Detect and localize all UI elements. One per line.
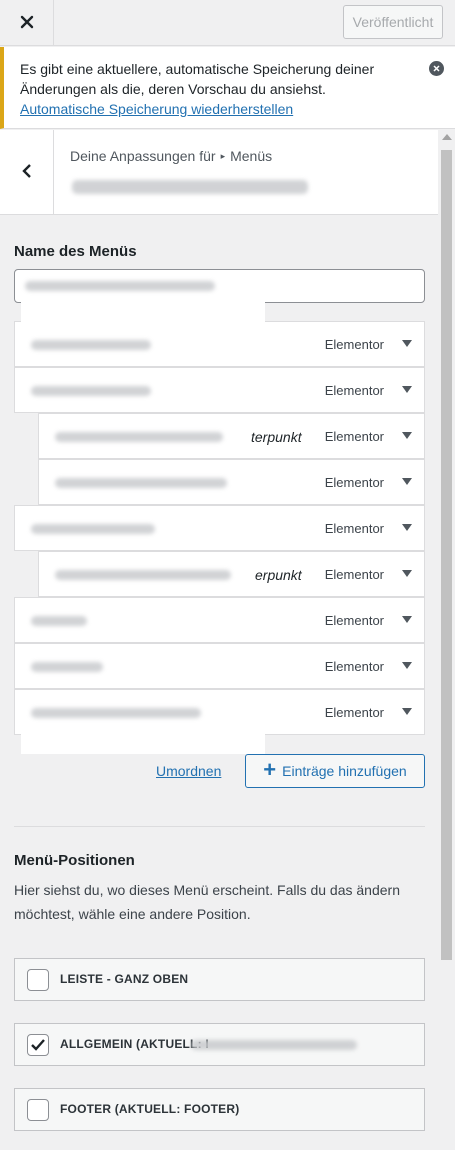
location-label: FOOTER (AKTUELL: FOOTER): [60, 1102, 240, 1116]
location-checkbox[interactable]: [27, 969, 49, 991]
chevron-down-icon[interactable]: [402, 340, 412, 347]
menu-item-title-redacted: [31, 708, 201, 718]
restore-autosave-link[interactable]: Automatische Speicherung wiederherstelle…: [20, 101, 293, 117]
menu-name-input[interactable]: [14, 269, 425, 303]
menu-item-type: Elementor: [324, 567, 384, 582]
breadcrumb: Deine Anpassungen für ▸ Menüs: [70, 148, 272, 164]
chevron-down-icon[interactable]: [402, 570, 412, 577]
breadcrumb-prefix: Deine Anpassungen für: [70, 148, 216, 164]
plus-icon: +: [263, 757, 277, 782]
menu-name-value-redacted: [25, 281, 215, 291]
menu-item[interactable]: Elementor: [14, 367, 425, 413]
chevron-down-icon[interactable]: [402, 524, 412, 531]
menu-item[interactable]: Elementor: [14, 597, 425, 643]
menu-item-title-redacted: [31, 524, 155, 534]
section-divider: [14, 826, 425, 827]
chevron-down-icon[interactable]: [402, 432, 412, 439]
chevron-down-icon[interactable]: [402, 386, 412, 393]
chevron-down-icon[interactable]: [402, 708, 412, 715]
location-checkbox[interactable]: [27, 1099, 49, 1121]
panel-header: Deine Anpassungen für ▸ Menüs: [0, 130, 438, 215]
scroll-up-arrow-icon[interactable]: [442, 134, 452, 140]
menu-item-type: Elementor: [324, 659, 384, 674]
menu-item-sub[interactable]: terpunkt Elementor: [38, 413, 425, 459]
chevron-left-icon: [21, 164, 32, 181]
menu-item-type: Elementor: [324, 705, 384, 720]
menu-item-type: Elementor: [324, 383, 384, 398]
chevron-down-icon[interactable]: [402, 662, 412, 669]
publish-button[interactable]: Veröffentlicht: [343, 5, 443, 39]
checkmark-icon: [31, 1039, 45, 1051]
menu-name-label: Name des Menüs: [14, 243, 137, 260]
close-icon: [20, 15, 34, 32]
menu-item-subitem-label: erpunkt: [255, 567, 302, 583]
location-option[interactable]: LEISTE - GANZ OBEN: [14, 958, 425, 1001]
menu-item-type: Elementor: [324, 521, 384, 536]
reorder-link[interactable]: Umordnen: [156, 763, 221, 779]
close-button[interactable]: [0, 0, 54, 46]
menu-item-title-redacted: [31, 340, 151, 350]
menu-item-type: Elementor: [324, 337, 384, 352]
menu-item[interactable]: Elementor: [14, 643, 425, 689]
menu-item-sub[interactable]: Elementor: [38, 459, 425, 505]
menu-item[interactable]: Elementor: [14, 689, 425, 754]
menu-item-type: Elementor: [324, 475, 384, 490]
location-label: LEISTE - GANZ OBEN: [60, 972, 189, 986]
menu-item-title-redacted: [55, 478, 227, 488]
back-button[interactable]: [0, 130, 54, 215]
menu-item-title-redacted: [55, 432, 223, 442]
notice-text: Es gibt eine aktuellere, automatische Sp…: [20, 61, 375, 97]
location-option[interactable]: FOOTER (AKTUELL: FOOTER): [14, 1088, 425, 1131]
location-option[interactable]: ALLGEMEIN (AKTUELL: I: [14, 1023, 425, 1066]
location-checkbox[interactable]: [27, 1034, 49, 1056]
chevron-down-icon[interactable]: [402, 616, 412, 623]
add-items-button[interactable]: + Einträge hinzufügen: [245, 754, 425, 788]
breadcrumb-arrow-icon: ▸: [220, 151, 226, 161]
autosave-notice: Es gibt eine aktuellere, automatische Sp…: [0, 47, 455, 129]
menu-item-title-redacted: [31, 616, 87, 626]
add-items-label: Einträge hinzufügen: [282, 763, 407, 779]
menu-item[interactable]: Elementor: [14, 505, 425, 551]
menu-locations-description: Hier siehst du, wo dieses Menü erscheint…: [14, 882, 400, 922]
top-bar: Veröffentlicht: [0, 0, 455, 46]
menu-item-title-redacted: [31, 662, 103, 672]
menu-locations-title: Menü-Positionen: [14, 852, 135, 869]
breadcrumb-section: Menüs: [230, 148, 273, 164]
chevron-down-icon[interactable]: [402, 478, 412, 485]
menu-title-redacted: [72, 180, 308, 194]
menu-item-type: Elementor: [324, 429, 384, 444]
dismiss-notice-button[interactable]: [429, 61, 444, 76]
menu-item-sub[interactable]: erpunkt Elementor: [38, 551, 425, 597]
dismiss-icon: [433, 65, 440, 72]
menu-item-title-redacted: [55, 570, 231, 580]
menu-item-type: Elementor: [324, 613, 384, 628]
menu-item-title-redacted: [31, 386, 151, 396]
location-current-redacted: [191, 1040, 357, 1050]
location-label: ALLGEMEIN (AKTUELL: I: [60, 1037, 209, 1051]
menu-item[interactable]: Elementor: [14, 302, 425, 367]
menu-item-subitem-label: terpunkt: [251, 429, 302, 445]
scrollbar-thumb[interactable]: [441, 150, 452, 960]
